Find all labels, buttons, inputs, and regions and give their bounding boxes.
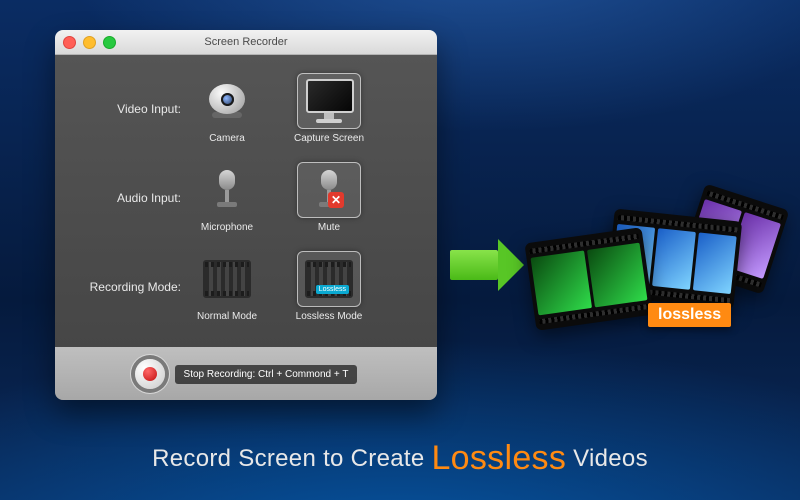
option-camera[interactable]: Camera [187, 73, 267, 144]
window-title: Screen Recorder [55, 36, 437, 48]
app-window: Screen Recorder Video Input: Camera Capt… [55, 30, 437, 400]
option-microphone[interactable]: Microphone [187, 162, 267, 233]
camera-icon [209, 84, 245, 118]
option-normal-mode[interactable]: Normal Mode [187, 251, 267, 322]
film-reel-icon [203, 260, 251, 298]
film-reel-lossless-icon: Lossless [305, 260, 353, 298]
label-video-input: Video Input: [75, 102, 187, 116]
tagline-pre: Record Screen to Create [152, 445, 431, 472]
row-recording-mode: Recording Mode: Normal Mode Lossless Los… [75, 251, 417, 322]
option-normal-label: Normal Mode [197, 311, 257, 322]
option-capture-label: Capture Screen [294, 133, 364, 144]
arrow-icon [450, 250, 498, 280]
record-button[interactable] [135, 359, 165, 389]
promo-stage: Screen Recorder Video Input: Camera Capt… [0, 0, 800, 500]
film-strip-1 [524, 227, 653, 331]
label-recording-mode: Recording Mode: [75, 280, 187, 294]
monitor-icon [306, 79, 352, 123]
option-camera-label: Camera [209, 133, 245, 144]
tagline-highlight: Lossless [431, 439, 566, 477]
titlebar: Screen Recorder [55, 30, 437, 55]
microphone-icon [214, 170, 240, 210]
tagline: Record Screen to Create Lossless Videos [0, 439, 800, 478]
option-mute-label: Mute [318, 222, 340, 233]
option-mute[interactable]: ✕ Mute [289, 162, 369, 233]
option-lossless-label: Lossless Mode [296, 311, 363, 322]
lossless-badge: Lossless [316, 285, 349, 294]
label-audio-input: Audio Input: [75, 191, 187, 205]
app-body: Video Input: Camera Capture Screen Audio… [55, 55, 437, 400]
option-capture-screen[interactable]: Capture Screen [289, 73, 369, 144]
films-lossless-tag: lossless [648, 303, 731, 327]
microphone-mute-icon: ✕ [316, 170, 342, 210]
stop-recording-hint: Stop Recording: Ctrl + Commond + T [175, 365, 358, 384]
mute-x-icon: ✕ [328, 192, 344, 208]
option-lossless-mode[interactable]: Lossless Lossless Mode [289, 251, 369, 322]
footer-bar: Stop Recording: Ctrl + Commond + T [55, 347, 437, 400]
record-dot-icon [143, 367, 157, 381]
option-mic-label: Microphone [201, 222, 253, 233]
row-video-input: Video Input: Camera Capture Screen [75, 73, 417, 144]
row-audio-input: Audio Input: Microphone ✕ Mute [75, 162, 417, 233]
tagline-post: Videos [566, 445, 648, 472]
films-illustration: lossless [530, 185, 790, 355]
